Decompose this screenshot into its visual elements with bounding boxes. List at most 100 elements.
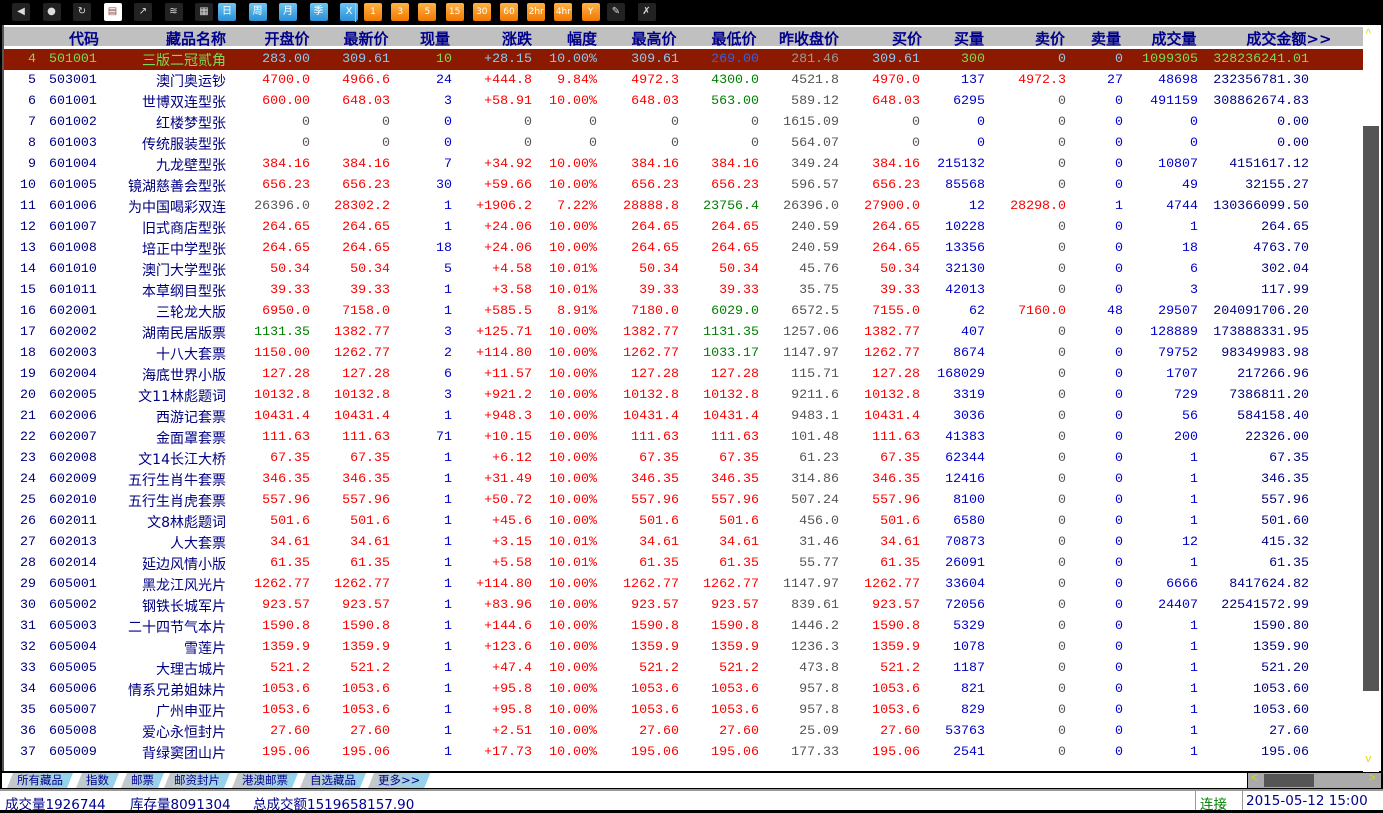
scroll-thumb[interactable] bbox=[1363, 126, 1379, 691]
column-header[interactable]: 涨跌 bbox=[502, 28, 532, 49]
column-header[interactable]: 买量 bbox=[954, 28, 984, 49]
scroll-left-icon[interactable]: < bbox=[1251, 773, 1258, 785]
table-row[interactable]: 7 601002 红楼梦型张 0 0 0 0 0 0 0 1615.09 0 0 0 0 0 0.00 bbox=[4, 112, 1365, 133]
column-header[interactable]: 卖量 bbox=[1091, 28, 1121, 49]
period-button-1[interactable]: 周 bbox=[248, 3, 267, 21]
table-row[interactable]: 22 602007 金面罩套票 111.63 111.63 71 +10.15 10.00% 1… bbox=[4, 427, 1365, 448]
table-row[interactable]: 29 605001 黑龙江风光片 1262.77 1262.77 1 +114.80 10.0… bbox=[4, 574, 1365, 595]
change: +2.51 bbox=[492, 723, 532, 738]
table-row[interactable]: 5 503001 澳门奥运钞 4700.0 4966.6 24 +444.8 9.84% 497… bbox=[4, 70, 1365, 91]
column-header[interactable]: 昨收盘价 bbox=[779, 28, 839, 49]
clipboard-icon[interactable]: ▤ bbox=[103, 3, 122, 21]
column-header[interactable]: 开盘价 bbox=[264, 28, 309, 49]
tab-6[interactable]: 更多>> bbox=[368, 773, 430, 788]
refresh-icon[interactable]: ↻ bbox=[73, 3, 91, 21]
h-scroll-thumb[interactable] bbox=[1264, 774, 1314, 787]
interval-button-3[interactable]: 15 bbox=[445, 3, 464, 21]
change: +444.8 bbox=[484, 72, 532, 87]
table-row[interactable]: 16 602001 三轮龙大版 6950.0 7158.0 1 +585.5 8.91% 718… bbox=[4, 301, 1365, 322]
interval-button-7[interactable]: 4hr bbox=[554, 3, 573, 21]
table-row[interactable]: 19 602004 海底世界小版 127.28 127.28 6 +11.57 10.00% 1… bbox=[4, 364, 1365, 385]
table-row[interactable]: 36 605008 爱心永恒封片 27.60 27.60 1 +2.51 10.00% 27.6… bbox=[4, 721, 1365, 742]
table-row[interactable]: 11 601006 为中国喝彩双连 26396.0 28302.2 1 +1906.2 7.2… bbox=[4, 196, 1365, 217]
amount: 501.60 bbox=[1261, 513, 1309, 528]
low-price: 1053.6 bbox=[711, 702, 759, 717]
column-header[interactable]: 幅度 bbox=[567, 28, 597, 49]
column-header[interactable]: 藏品名称 bbox=[166, 28, 226, 49]
table-row[interactable]: 33 605005 大理古城片 521.2 521.2 1 +47.4 10.00% 521.2… bbox=[4, 658, 1365, 679]
interval-button-6[interactable]: 2hr bbox=[527, 3, 546, 21]
table-row[interactable]: 31 605003 二十四节气本片 1590.8 1590.8 1 +144.6 10.00%… bbox=[4, 616, 1365, 637]
table-row[interactable]: 9 601004 九龙壁型张 384.16 384.16 7 +34.92 10.00% 384… bbox=[4, 154, 1365, 175]
column-header[interactable]: 最新价 bbox=[343, 28, 388, 49]
volume: 24407 bbox=[1158, 597, 1198, 612]
multi-chart-icon[interactable]: ≋ bbox=[164, 3, 183, 21]
interval-button-5[interactable]: 60 bbox=[500, 3, 518, 21]
table-row[interactable]: 12 601007 旧式商店型张 264.65 264.65 1 +24.06 10.00% 2… bbox=[4, 217, 1365, 238]
column-header[interactable]: 最高价 bbox=[631, 28, 676, 49]
prev-close: 839.61 bbox=[791, 597, 839, 612]
interval-button-8[interactable]: Y bbox=[581, 3, 600, 21]
tab-2[interactable]: 邮票 bbox=[121, 773, 164, 788]
tab-4[interactable]: 港澳邮票 bbox=[232, 773, 298, 788]
tab-5[interactable]: 自选藏品 bbox=[300, 773, 366, 788]
column-header[interactable]: 成交量 bbox=[1151, 28, 1196, 49]
interval-button-0[interactable]: 1 bbox=[364, 3, 382, 21]
table-row[interactable]: 28 602014 延边风情小版 61.35 61.35 1 +5.58 10.01% 61.3… bbox=[4, 553, 1365, 574]
home-icon[interactable]: ● bbox=[42, 3, 61, 21]
tab-3[interactable]: 邮资封片 bbox=[164, 773, 230, 788]
table-row[interactable]: 35 605007 广州申亚片 1053.6 1053.6 1 +95.8 10.00% 105… bbox=[4, 700, 1365, 721]
column-header[interactable]: 现量 bbox=[420, 28, 450, 49]
table-row[interactable]: 25 602010 五行生肖虎套票 557.96 557.96 1 +50.72 10.00%… bbox=[4, 490, 1365, 511]
table-row[interactable]: 18 602003 十八大套票 1150.00 1262.77 2 +114.80 10.00… bbox=[4, 343, 1365, 364]
interval-button-4[interactable]: 30 bbox=[472, 3, 491, 21]
table-row[interactable]: 8 601003 传统服装型张 0 0 0 0 0 0 0 564.07 0 0 0 0 0 0.00 bbox=[4, 133, 1365, 154]
prev-close: 589.12 bbox=[791, 93, 839, 108]
last-price: 34.61 bbox=[350, 534, 390, 549]
tab-1[interactable]: 指数 bbox=[76, 773, 119, 788]
bid-price: 39.33 bbox=[880, 282, 920, 297]
trend-chart-icon[interactable]: ↗ bbox=[134, 3, 152, 21]
back-icon[interactable]: ◀ bbox=[12, 3, 30, 21]
table-row[interactable]: 32 605004 雪莲片 1359.9 1359.9 1 +123.6 10.00% 1359… bbox=[4, 637, 1365, 658]
period-button-2[interactable]: 月 bbox=[279, 3, 297, 21]
table-row[interactable]: 30 605002 钢铁长城军片 923.57 923.57 1 +83.96 10.00% 9… bbox=[4, 595, 1365, 616]
column-header[interactable]: 最低价 bbox=[711, 28, 756, 49]
edit-icon[interactable]: ✎ bbox=[607, 3, 625, 21]
table-row[interactable]: 4 501001 三版二冠贰角 283.00 309.61 10 +28.15 10.00% 3… bbox=[4, 49, 1365, 70]
table-row[interactable]: 23 602008 文14长江大桥 67.35 67.35 1 +6.12 10.00% 67.… bbox=[4, 448, 1365, 469]
column-header[interactable]: 买价 bbox=[892, 28, 922, 49]
column-header[interactable]: 卖价 bbox=[1035, 28, 1065, 49]
period-button-0[interactable]: 日 bbox=[218, 3, 236, 21]
table-row[interactable]: 10 601005 镜湖慈善会型张 656.23 656.23 30 +59.66 10.00… bbox=[4, 175, 1365, 196]
draw-tools-icon[interactable]: ✗ bbox=[637, 3, 656, 21]
table-row[interactable]: 17 602002 湖南民居版票 1131.35 1382.77 3 +125.71 10.0… bbox=[4, 322, 1365, 343]
tab-0[interactable]: 所有藏品 bbox=[7, 773, 73, 788]
scroll-right-icon[interactable]: > bbox=[1369, 773, 1376, 785]
table-row[interactable]: 20 602005 文11林彪题词 10132.8 10132.8 3 +921.2 10.0… bbox=[4, 385, 1365, 406]
table-row[interactable]: 13 601008 培正中学型张 264.65 264.65 18 +24.06 10.00%… bbox=[4, 238, 1365, 259]
horizontal-scrollbar[interactable]: < > bbox=[1248, 773, 1381, 788]
prev-close: 26396.0 bbox=[783, 198, 839, 213]
row-number: 26 bbox=[20, 513, 36, 528]
table-row[interactable]: 27 602013 人大套票 34.61 34.61 1 +3.15 10.01% 34.61 3… bbox=[4, 532, 1365, 553]
table-row[interactable]: 26 602011 文8林彪题词 501.6 501.6 1 +45.6 10.00% 501.… bbox=[4, 511, 1365, 532]
item-name: 背绿窦团山片 bbox=[142, 746, 226, 762]
table-row[interactable]: 15 601011 本草纲目型张 39.33 39.33 1 +3.58 10.01% 39.3… bbox=[4, 280, 1365, 301]
column-header[interactable]: 代码 bbox=[69, 28, 99, 49]
table-row[interactable]: 14 601010 澳门大学型张 50.34 50.34 5 +4.58 10.01% 50.3… bbox=[4, 259, 1365, 280]
table-row[interactable]: 24 602009 五行生肖牛套票 346.35 346.35 1 +31.49 10.00%… bbox=[4, 469, 1365, 490]
table-row[interactable]: 34 605006 情系兄弟姐妹片 1053.6 1053.6 1 +95.8 10.00% 1… bbox=[4, 679, 1365, 700]
table-row[interactable]: 6 601001 世博双连型张 600.00 648.03 3 +58.91 10.00% 64… bbox=[4, 91, 1365, 112]
vertical-scrollbar[interactable]: ^ v bbox=[1363, 26, 1379, 772]
table-icon[interactable]: ▦ bbox=[195, 3, 213, 21]
scroll-up-icon[interactable]: ^ bbox=[1365, 28, 1372, 40]
ask-price: 0 bbox=[1058, 156, 1066, 171]
table-row[interactable]: 37 605009 背绿窦团山片 195.06 195.06 1 +17.73 10.00% 1… bbox=[4, 742, 1365, 763]
interval-button-1[interactable]: 3 bbox=[391, 3, 410, 21]
interval-button-2[interactable]: 5 bbox=[418, 3, 437, 21]
period-button-3[interactable]: 季 bbox=[309, 3, 328, 21]
scroll-down-icon[interactable]: v bbox=[1365, 754, 1372, 766]
table-row[interactable]: 21 602006 西游记套票 10431.4 10431.4 1 +948.3 10.00%… bbox=[4, 406, 1365, 427]
column-header[interactable]: 成交金额>> bbox=[1246, 28, 1331, 49]
